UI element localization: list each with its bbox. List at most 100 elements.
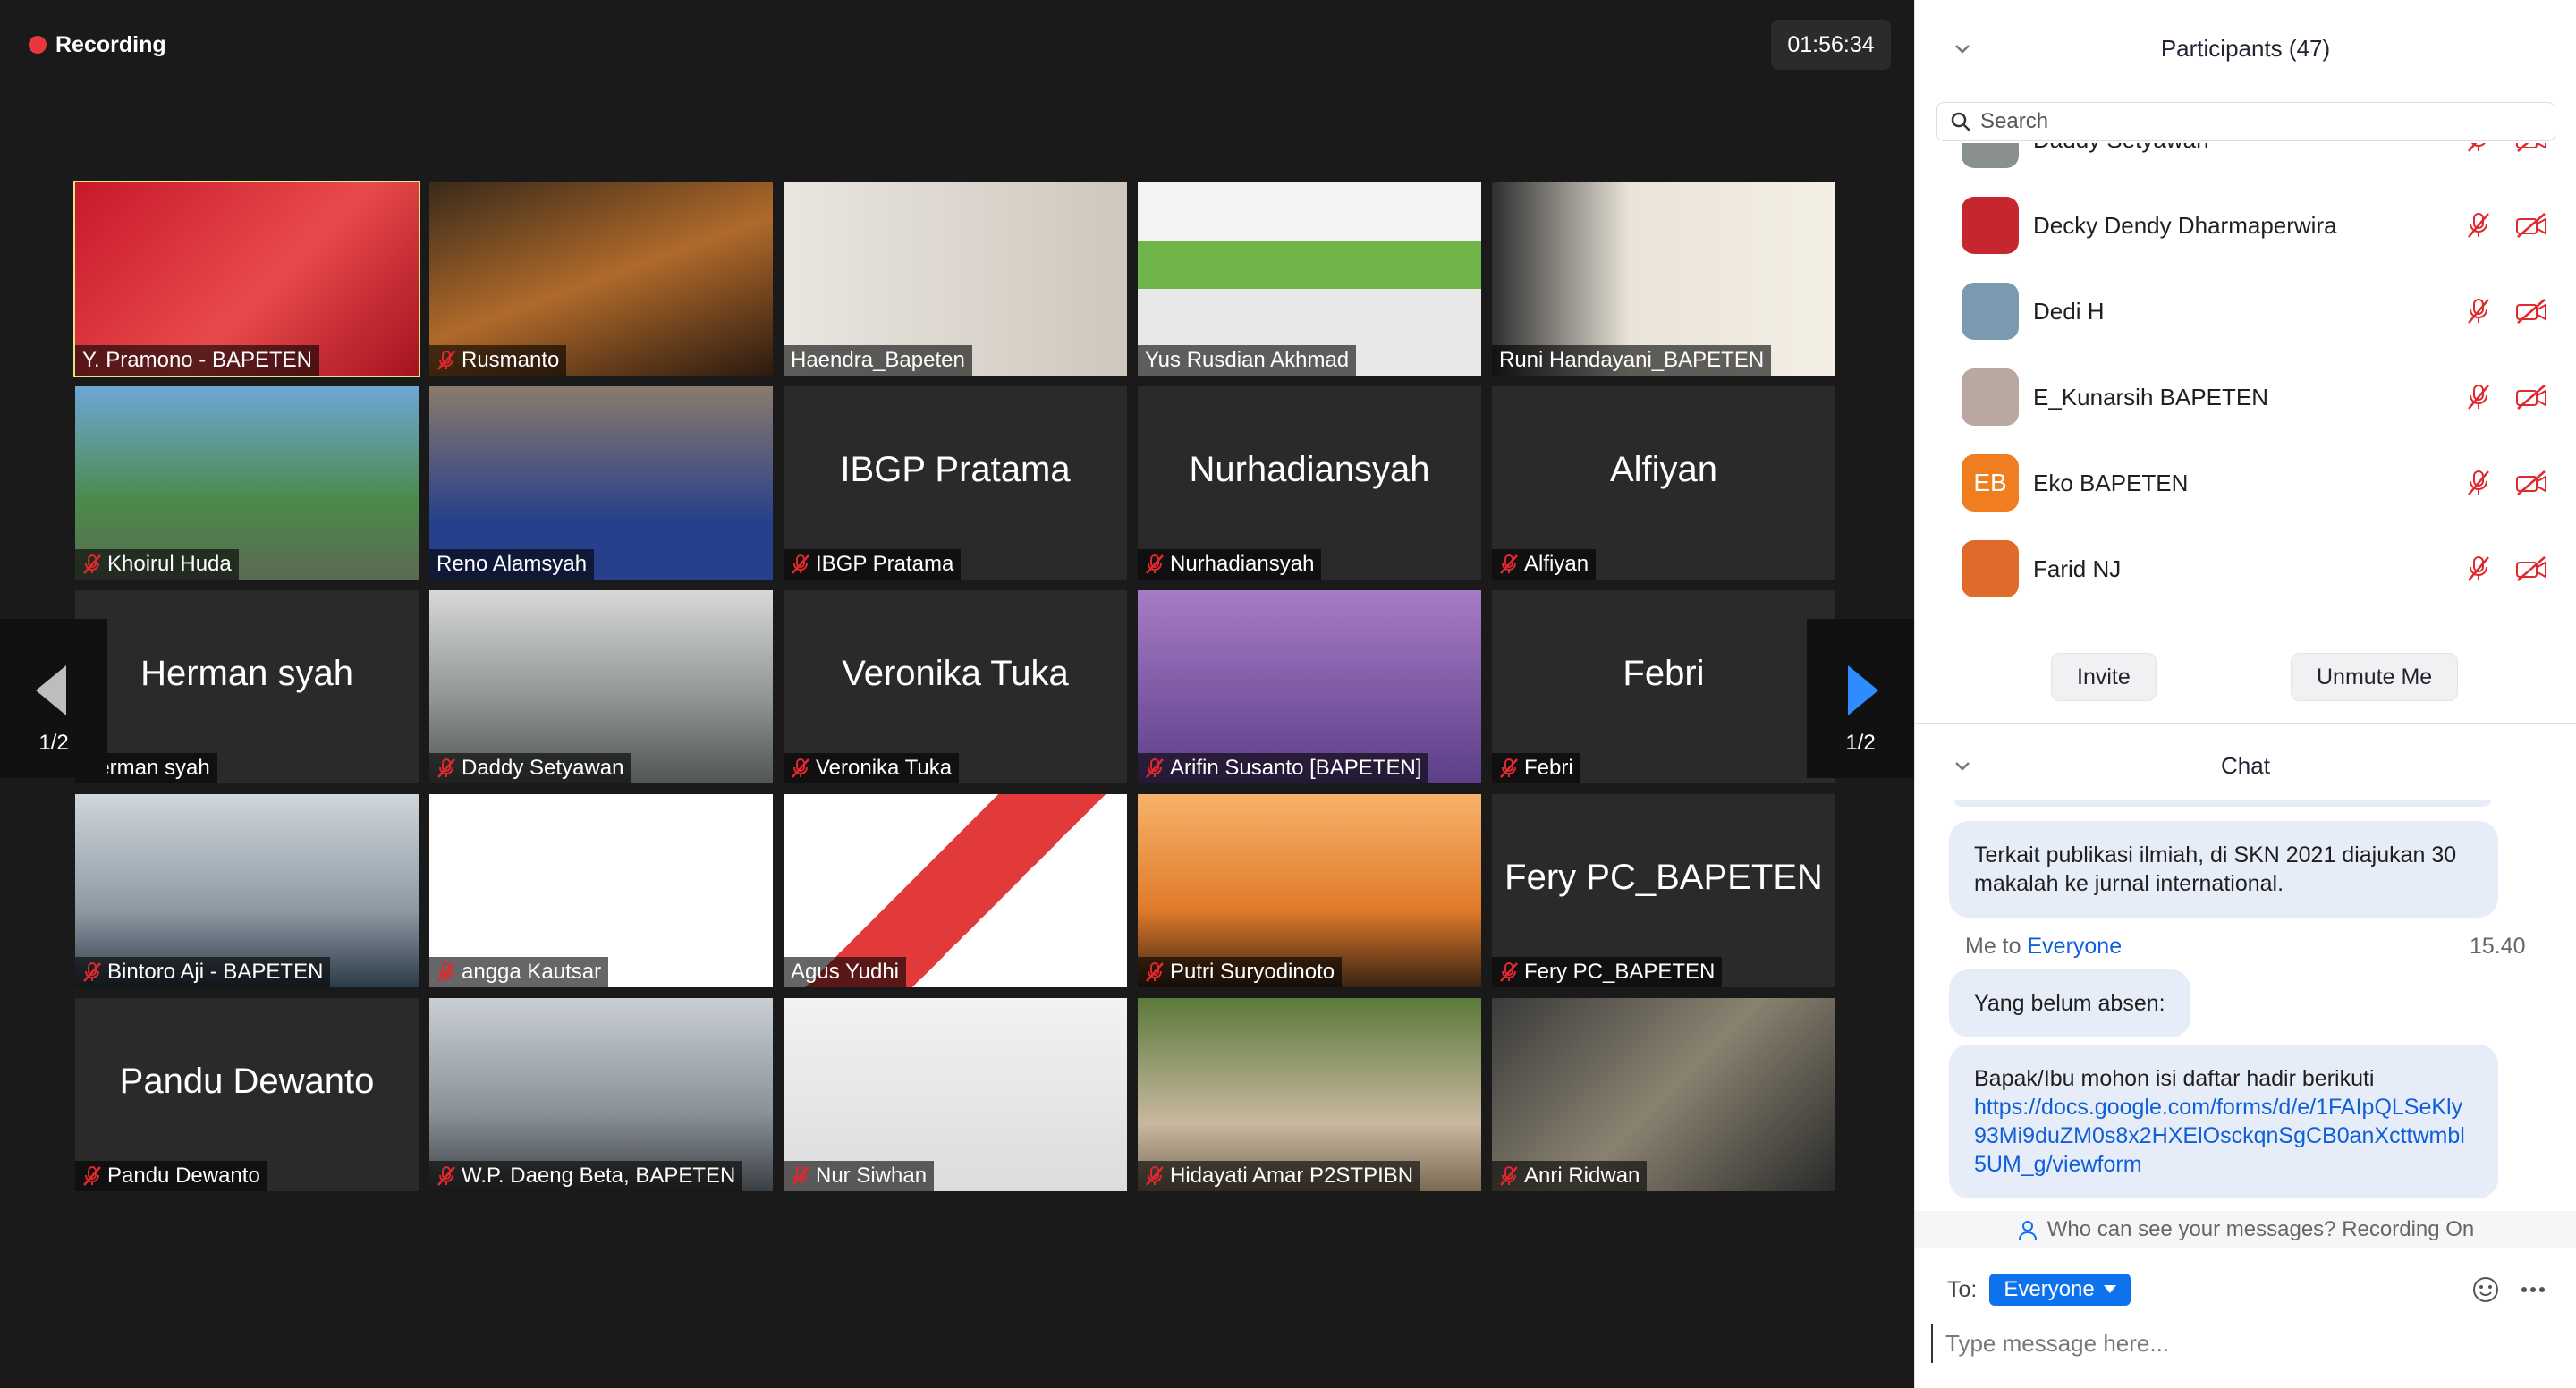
emoji-icon[interactable] xyxy=(2471,1275,2500,1304)
participant-name: IBGP Pratama xyxy=(816,552,954,576)
participant-video-tile[interactable]: Runi Handayani_BAPETEN xyxy=(1492,182,1835,376)
participant-video-tile[interactable]: Veronika Tuka Veronika Tuka xyxy=(784,590,1127,783)
page-indicator-right: 1/2 xyxy=(1845,731,1876,755)
participant-video-tile[interactable]: Agus Yudhi xyxy=(784,794,1127,987)
participant-list-item[interactable]: EB Eko BAPETEN xyxy=(1915,440,2576,526)
participant-video-tile[interactable]: Anri Ridwan xyxy=(1492,998,1835,1191)
participant-video-tile[interactable]: Khoirul Huda xyxy=(75,386,419,580)
participant-name: Veronika Tuka xyxy=(816,756,953,780)
participant-video-tile[interactable]: Nurhadiansyah Nurhadiansyah xyxy=(1138,386,1481,580)
panel-divider xyxy=(1915,723,2576,724)
participant-name: Nurhadiansyah xyxy=(1170,552,1315,576)
muted-mic-icon xyxy=(437,758,455,778)
recording-dot-icon xyxy=(29,36,47,54)
recipient-dropdown[interactable]: Everyone xyxy=(1989,1274,2131,1306)
participant-video-tile[interactable]: Arifin Susanto [BAPETEN] xyxy=(1138,590,1481,783)
participant-list-item[interactable]: Decky Dendy Dharmaperwira xyxy=(1915,182,2576,268)
participant-video-tile[interactable]: Nur Siwhan xyxy=(784,998,1127,1191)
participant-name-label: Bintoro Aji - BAPETEN xyxy=(75,957,331,987)
chat-message: Yang belum absen: xyxy=(1949,969,2190,1037)
participant-video-tile[interactable]: Alfiyan Alfiyan xyxy=(1492,386,1835,580)
who-can-see-messages[interactable]: Who can see your messages? Recording On xyxy=(1915,1211,2576,1248)
participant-name: angga Kautsar xyxy=(462,960,602,984)
video-off-icon[interactable] xyxy=(2514,470,2548,496)
avatar xyxy=(1962,143,2019,168)
participant-video-tile[interactable]: Fery PC_BAPETEN Fery PC_BAPETEN xyxy=(1492,794,1835,987)
participant-video-tile[interactable]: Reno Alamsyah xyxy=(429,386,773,580)
video-off-icon[interactable] xyxy=(2514,555,2548,582)
chevron-down-icon[interactable] xyxy=(1954,758,1970,774)
video-off-icon[interactable] xyxy=(2514,384,2548,410)
participant-name: Y. Pramono - BAPETEN xyxy=(82,348,312,372)
search-icon xyxy=(1951,112,1970,131)
avatar: EB xyxy=(1962,454,2019,512)
unmute-me-button[interactable]: Unmute Me xyxy=(2291,653,2459,701)
participant-name-large: Nurhadiansyah xyxy=(1189,449,1430,489)
previous-page-button[interactable]: 1/2 xyxy=(0,619,107,778)
recording-indicator[interactable]: Recording xyxy=(29,27,166,63)
avatar xyxy=(1962,283,2019,340)
participant-video-tile[interactable]: Herman syah Herman syah xyxy=(75,590,419,783)
participant-video-tile[interactable]: Daddy Setyawan xyxy=(429,590,773,783)
participant-video-tile[interactable]: angga Kautsar xyxy=(429,794,773,987)
participant-name-label: Nur Siwhan xyxy=(784,1161,935,1191)
participant-video-tile[interactable]: Hidayati Amar P2STPIBN xyxy=(1138,998,1481,1191)
participant-list-item[interactable]: Dedi H xyxy=(1915,268,2576,354)
participant-video-tile[interactable]: Pandu Dewanto Pandu Dewanto xyxy=(75,998,419,1191)
muted-mic-icon[interactable] xyxy=(2466,143,2491,154)
participant-video-tile[interactable]: IBGP Pratama IBGP Pratama xyxy=(784,386,1127,580)
chevron-down-icon[interactable] xyxy=(1954,41,1970,57)
participant-name-label: Veronika Tuka xyxy=(784,753,960,783)
participant-video-tile[interactable]: Febri Febri xyxy=(1492,590,1835,783)
participant-name: Hidayati Amar P2STPIBN xyxy=(1170,1164,1414,1188)
participant-name-label: W.P. Daeng Beta, BAPETEN xyxy=(429,1161,743,1191)
muted-mic-icon[interactable] xyxy=(2466,211,2491,240)
participant-name: Nur Siwhan xyxy=(816,1164,928,1188)
page-indicator-left: 1/2 xyxy=(38,731,69,755)
participant-name-large: IBGP Pratama xyxy=(840,449,1071,489)
next-page-button[interactable]: 1/2 xyxy=(1807,619,1914,778)
participant-name: Pandu Dewanto xyxy=(107,1164,260,1188)
participant-list-item[interactable]: E_Kunarsih BAPETEN xyxy=(1915,354,2576,440)
invite-button[interactable]: Invite xyxy=(2051,653,2157,701)
muted-mic-icon[interactable] xyxy=(2466,383,2491,411)
participant-list-item[interactable]: Farid NJ xyxy=(1915,526,2576,612)
avatar-initials: EB xyxy=(1973,469,2007,496)
person-icon xyxy=(2018,1221,2037,1240)
participant-name-label: Reno Alamsyah xyxy=(429,549,595,580)
participant-name-label: Y. Pramono - BAPETEN xyxy=(75,345,319,376)
recording-label: Recording xyxy=(55,31,166,57)
more-options-icon[interactable] xyxy=(2520,1281,2546,1299)
participants-title: Participants (47) xyxy=(2160,34,2331,62)
participant-video-tile[interactable]: Rusmanto xyxy=(429,182,773,376)
muted-mic-icon[interactable] xyxy=(2466,469,2491,497)
participant-name-large: Veronika Tuka xyxy=(842,653,1069,693)
participant-list-name: Decky Dendy Dharmaperwira xyxy=(2033,211,2337,239)
chat-message-link[interactable]: https://docs.google.com/forms/d/e/1FAIpQ… xyxy=(1974,1093,2473,1179)
participant-name: Anri Ridwan xyxy=(1524,1164,1640,1188)
participant-video-tile[interactable]: Bintoro Aji - BAPETEN xyxy=(75,794,419,987)
chat-header: Chat xyxy=(1915,739,2576,792)
video-off-icon[interactable] xyxy=(2514,212,2548,239)
participant-video-tile[interactable]: Yus Rusdian Akhmad xyxy=(1138,182,1481,376)
participant-video-tile[interactable]: W.P. Daeng Beta, BAPETEN xyxy=(429,998,773,1191)
participant-name-label: Agus Yudhi xyxy=(784,957,906,987)
participant-search[interactable]: Search xyxy=(1936,102,2555,141)
muted-mic-icon xyxy=(83,1166,101,1186)
muted-mic-icon[interactable] xyxy=(2466,297,2491,326)
video-off-icon[interactable] xyxy=(2514,143,2548,153)
participant-list-item[interactable]: Daddy Setyawan xyxy=(1915,143,2576,182)
participant-video-tile[interactable]: Putri Suryodinoto xyxy=(1138,794,1481,987)
muted-mic-icon xyxy=(1500,758,1518,778)
participant-video-tile[interactable]: Haendra_Bapeten xyxy=(784,182,1127,376)
chat-meta-recipient[interactable]: Everyone xyxy=(2027,934,2122,959)
participant-video-tile[interactable]: Y. Pramono - BAPETEN xyxy=(73,181,420,377)
muted-mic-icon[interactable] xyxy=(2466,554,2491,583)
caret-down-icon xyxy=(2103,1285,2116,1293)
participant-name: Bintoro Aji - BAPETEN xyxy=(107,960,324,984)
chat-message-input[interactable] xyxy=(1931,1324,2557,1363)
video-off-icon[interactable] xyxy=(2514,298,2548,325)
participant-name: Arifin Susanto [BAPETEN] xyxy=(1170,756,1422,780)
chat-recipient-bar: To: Everyone xyxy=(1947,1274,2131,1306)
participant-name: Agus Yudhi xyxy=(791,960,899,984)
